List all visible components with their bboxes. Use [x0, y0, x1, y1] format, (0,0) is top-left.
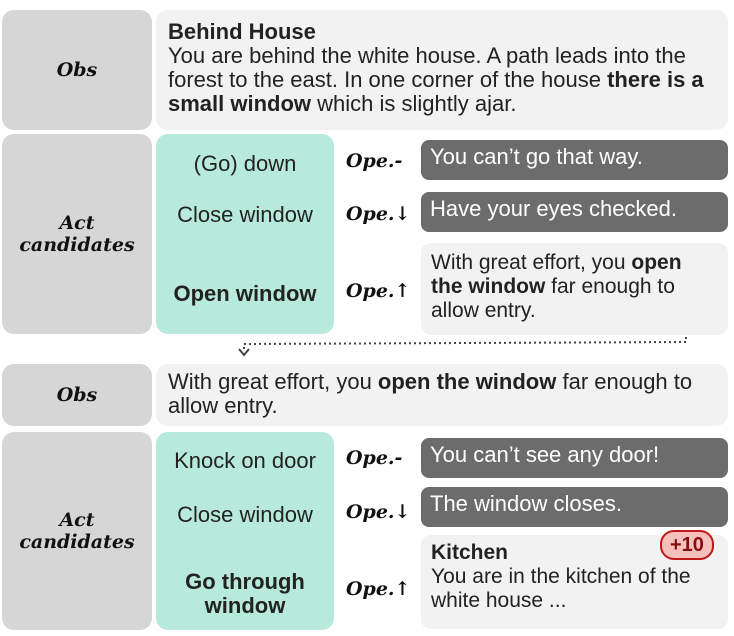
observation-2: With great effort, you open the window f…	[156, 364, 728, 426]
reward-badge: +10	[660, 530, 714, 560]
response-text: You are in the kitchen of the white hous…	[431, 565, 691, 612]
action-close-window-2[interactable]: Close window	[156, 503, 334, 527]
obs-label-2: Obs	[2, 364, 152, 426]
action-knock-on-door[interactable]: Knock on door	[156, 449, 334, 473]
response-4: You can’t see any door!	[421, 438, 728, 478]
response-5: The window closes.	[421, 487, 728, 527]
obs-label-text: Obs	[56, 384, 98, 406]
act-label-line1: Act	[59, 509, 95, 531]
op-down-2: Ope.↓	[346, 501, 411, 523]
act-label-2: Act candidates	[2, 432, 152, 630]
op-up-2: Ope.↑	[346, 578, 411, 600]
act-label-line2: candidates	[19, 531, 135, 553]
action-go-through-window[interactable]: Go through window	[172, 570, 318, 618]
op-neutral-2: Ope.-	[346, 447, 403, 469]
